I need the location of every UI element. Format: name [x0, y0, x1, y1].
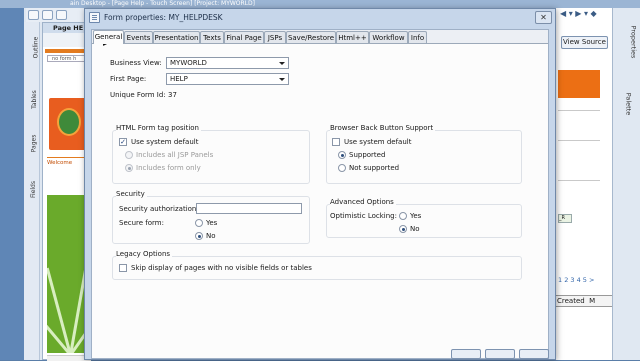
globe-image: [49, 98, 89, 150]
preview-small-field: _R: [558, 214, 572, 223]
unique-form-id-label: Unique Form Id:: [110, 91, 166, 99]
html-use-default-checkbox[interactable]: ✓: [119, 138, 127, 146]
optimistic-no-radio[interactable]: [399, 225, 407, 233]
secure-form-yes-label: Yes: [206, 219, 218, 227]
preview-orange-banner: [558, 70, 600, 98]
advanced-options-group: [326, 204, 522, 238]
preview-pager[interactable]: 1 2 3 4 5 >: [558, 276, 594, 284]
tab-outline[interactable]: Outline: [25, 37, 39, 74]
skip-display-checkbox[interactable]: [119, 264, 127, 272]
browser-back-title: Browser Back Button Support: [330, 124, 436, 132]
tab-tables[interactable]: Tables: [25, 90, 39, 126]
desktop-strip: [0, 8, 24, 360]
created-column-header: Created M: [556, 295, 612, 307]
security-title: Security: [116, 190, 147, 198]
home-icon[interactable]: [28, 10, 39, 20]
first-page-select[interactable]: HELP: [166, 73, 289, 85]
advanced-options-title: Advanced Options: [330, 198, 396, 206]
back-use-default-checkbox[interactable]: [332, 138, 340, 146]
globe-icon: [57, 108, 81, 136]
security-auth-label: Security authorization:: [119, 205, 199, 213]
supported-radio[interactable]: [338, 151, 346, 159]
chevron-down-icon: [279, 78, 285, 81]
tab-properties[interactable]: Properties: [617, 26, 637, 78]
dialog-tabs: General Events Presentation Texts Final …: [92, 30, 548, 44]
form-icon: [89, 12, 100, 23]
tab-general[interactable]: General: [93, 30, 124, 44]
dialog-content: General Events Presentation Texts Final …: [91, 29, 549, 359]
preview-divider: [558, 140, 600, 141]
preview-divider: [558, 180, 600, 181]
skip-display-label: Skip display of pages with no visible fi…: [131, 264, 312, 272]
nav-arrows-icon[interactable]: ◀ ▾ ▶ ▾ ◆: [560, 9, 610, 19]
optimistic-locking-label: Optimistic Locking:: [330, 212, 397, 220]
dialog-title: Form properties: MY_HELPDESK: [104, 13, 223, 22]
secure-form-label: Secure form:: [119, 219, 164, 227]
ide-title-bar: ain Desktop - [Page Help - Touch Screen]…: [0, 0, 640, 8]
legacy-options-title: Legacy Options: [116, 250, 173, 258]
tab-palette[interactable]: Palette: [617, 93, 637, 134]
layout-icon[interactable]: [56, 10, 67, 20]
view-source-button[interactable]: View Source: [561, 36, 608, 49]
form-icon[interactable]: [42, 10, 53, 20]
secure-form-no-radio[interactable]: [195, 232, 203, 240]
general-tab-panel: Business View: MYWORLD First Page: HELP …: [92, 43, 548, 358]
unique-form-id-value: 37: [168, 91, 177, 99]
business-view-value: MYWORLD: [170, 59, 207, 67]
html-form-tag-title: HTML Form tag position: [116, 124, 201, 132]
business-view-label: Business View:: [110, 59, 162, 67]
not-supported-label: Not supported: [349, 164, 400, 172]
supported-label: Supported: [349, 151, 386, 159]
cancel-button[interactable]: [485, 349, 515, 359]
first-page-value: HELP: [170, 75, 188, 83]
form-properties-dialog: Form properties: MY_HELPDESK ✕ General E…: [84, 8, 556, 360]
secure-form-yes-radio[interactable]: [195, 219, 203, 227]
secure-form-no-label: No: [206, 232, 216, 240]
preview-divider: [558, 110, 600, 111]
ide-toolbar: [26, 8, 86, 22]
optimistic-yes-label: Yes: [410, 212, 422, 220]
back-use-default-label: Use system default: [344, 138, 412, 146]
html-use-default-label: Use system default: [131, 138, 199, 146]
optimistic-yes-radio[interactable]: [399, 212, 407, 220]
tab-pages[interactable]: Pages: [25, 135, 39, 166]
left-view-tabs: Outline Tables Pages Fields: [24, 22, 40, 360]
right-view-tabs: Properties Palette: [612, 8, 640, 360]
includes-all-jsp-label: Includes all JSP Panels: [136, 151, 214, 159]
chevron-down-icon: [279, 62, 285, 65]
first-page-label: First Page:: [110, 75, 147, 83]
includes-all-jsp-radio[interactable]: [125, 151, 133, 159]
security-auth-input[interactable]: [196, 203, 302, 214]
optimistic-no-label: No: [410, 225, 420, 233]
tab-fields[interactable]: Fields: [25, 181, 39, 212]
includes-form-only-label: Includes form only: [136, 164, 201, 172]
ok-button[interactable]: [451, 349, 481, 359]
not-supported-radio[interactable]: [338, 164, 346, 172]
business-view-select[interactable]: MYWORLD: [166, 57, 289, 69]
includes-form-only-radio[interactable]: [125, 164, 133, 172]
help-button[interactable]: [519, 349, 549, 359]
close-button[interactable]: ✕: [535, 11, 552, 24]
dialog-title-bar: Form properties: MY_HELPDESK ✕: [85, 9, 555, 27]
